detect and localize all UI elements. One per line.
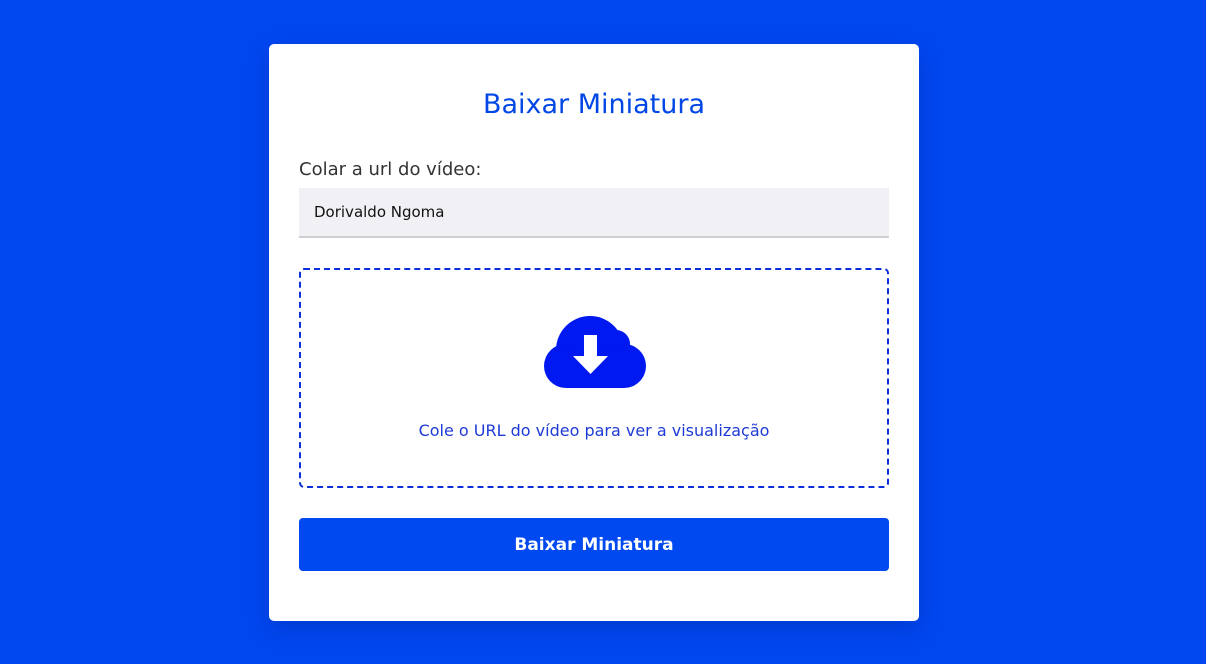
video-url-input[interactable] — [299, 188, 889, 238]
cloud-download-icon — [544, 316, 646, 388]
download-thumbnail-button[interactable]: Baixar Miniatura — [299, 518, 889, 571]
thumbnail-download-card: Baixar Miniatura Colar a url do vídeo: C… — [269, 44, 919, 621]
thumbnail-preview-area: Cole o URL do vídeo para ver a visualiza… — [299, 268, 889, 488]
preview-hint-text: Cole o URL do vídeo para ver a visualiza… — [418, 421, 770, 440]
url-field-label: Colar a url do vídeo: — [299, 159, 482, 180]
page-title: Baixar Miniatura — [482, 89, 706, 120]
